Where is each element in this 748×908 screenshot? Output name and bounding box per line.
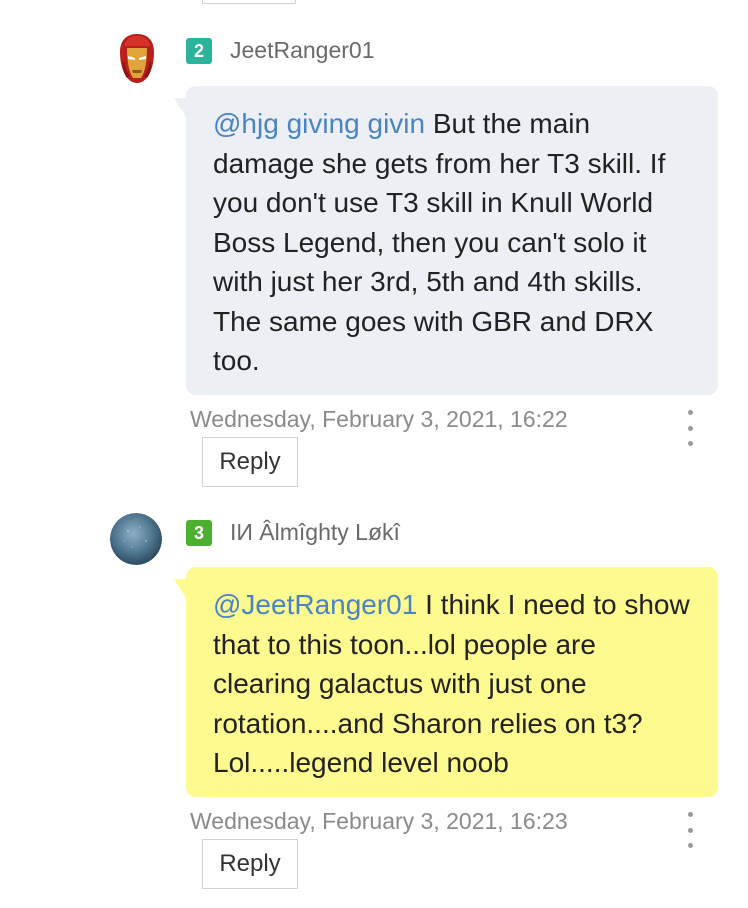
mention-link[interactable]: @hjg giving givin xyxy=(213,108,425,139)
level-badge: 3 xyxy=(186,520,212,546)
vertical-ellipsis-icon[interactable] xyxy=(680,812,700,848)
previous-reply-button[interactable] xyxy=(202,0,296,4)
comment-timestamp: Wednesday, February 3, 2021, 16:23 xyxy=(190,808,568,834)
blue-sphere-avatar-icon[interactable] xyxy=(110,513,162,565)
comment-text: But the main damage she gets from her T3… xyxy=(213,108,666,376)
vertical-ellipsis-icon[interactable] xyxy=(680,410,700,446)
username-link[interactable]: IИ Âlmîghty Løkî xyxy=(230,519,400,546)
level-number: 2 xyxy=(193,41,204,61)
username-link[interactable]: JeetRanger01 xyxy=(230,37,375,64)
level-badge: 2 xyxy=(186,38,212,64)
comment-bubble: @JeetRanger01 I think I need to show tha… xyxy=(174,567,718,797)
level-number: 3 xyxy=(193,523,204,543)
iron-man-avatar-icon[interactable] xyxy=(111,32,163,84)
mention-link[interactable]: @JeetRanger01 xyxy=(213,589,417,620)
reply-button[interactable]: Reply xyxy=(202,437,298,487)
reply-button[interactable]: Reply xyxy=(202,839,298,889)
comment-timestamp: Wednesday, February 3, 2021, 16:22 xyxy=(190,406,568,432)
comments-thread: 2 JeetRanger01 @hjg giving givin But the… xyxy=(0,0,748,908)
comment-bubble: @hjg giving givin But the main damage sh… xyxy=(174,86,718,395)
